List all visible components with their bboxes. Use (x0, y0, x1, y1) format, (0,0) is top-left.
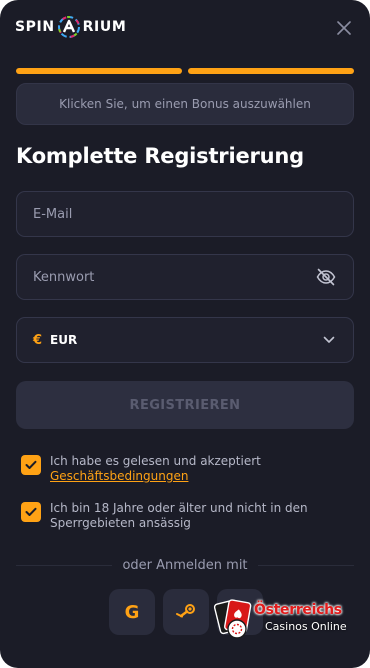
progress-step-1 (16, 68, 182, 74)
google-login-button[interactable]: G (109, 589, 155, 635)
bonus-selector-button[interactable]: Klicken Sie, um einen Bonus auszuwählen (16, 83, 354, 125)
age-checkbox[interactable] (21, 502, 41, 522)
watermark-subtitle: Casinos Online (265, 620, 347, 633)
terms-text: Ich habe es gelesen und akzeptiert (50, 454, 261, 468)
eye-off-icon (316, 268, 336, 286)
page-title: Komplette Registrierung (16, 144, 304, 168)
progress-step-2 (188, 68, 354, 74)
registration-modal: SPIN RIUM Klicken Sie, um einen Bonus au… (0, 0, 370, 668)
terms-consent: Ich habe es gelesen und akzeptiert Gesch… (21, 454, 351, 484)
watermark-title: Österreichs (254, 602, 342, 618)
currency-select[interactable]: € EUR (16, 317, 354, 363)
divider-line (257, 564, 354, 566)
password-visibility-toggle[interactable] (315, 266, 337, 288)
steam-login-button[interactable] (163, 589, 209, 635)
logo-a-emblem-icon (57, 16, 80, 38)
password-field[interactable] (33, 269, 315, 285)
chevron-down-icon (321, 332, 337, 348)
social-divider-label: oder Anmelden mit (122, 557, 248, 573)
close-button[interactable] (332, 16, 356, 40)
watermark-cards-logo (213, 599, 252, 639)
checkmark-icon (25, 507, 37, 516)
bonus-selector-label: Klicken Sie, um einen Bonus auszuwählen (59, 97, 311, 111)
spinarium-logo: SPIN RIUM (15, 16, 126, 38)
terms-checkbox[interactable] (21, 455, 41, 475)
currency-code: EUR (50, 333, 78, 347)
age-consent: Ich bin 18 Jahre oder älter und nicht in… (21, 501, 351, 531)
currency-symbol: € (33, 332, 43, 348)
email-field[interactable] (33, 206, 337, 222)
divider-line (16, 564, 113, 566)
checkmark-icon (25, 460, 37, 469)
age-text: Ich bin 18 Jahre oder älter und nicht in… (50, 501, 308, 530)
social-divider: oder Anmelden mit (16, 555, 354, 575)
email-field-wrapper (16, 191, 354, 237)
logo-text-right: RIUM (82, 19, 127, 35)
logo-text-left: SPIN (15, 19, 55, 35)
google-icon: G (124, 601, 140, 623)
terms-link[interactable]: Geschäftsbedingungen (50, 469, 261, 484)
terms-text-block: Ich habe es gelesen und akzeptiert Gesch… (50, 454, 261, 484)
watermark: Österreichs Casinos Online (208, 598, 358, 642)
password-field-wrapper (16, 254, 354, 300)
register-button[interactable]: REGISTRIEREN (16, 381, 354, 429)
close-icon (337, 21, 351, 35)
steam-icon (176, 604, 195, 618)
